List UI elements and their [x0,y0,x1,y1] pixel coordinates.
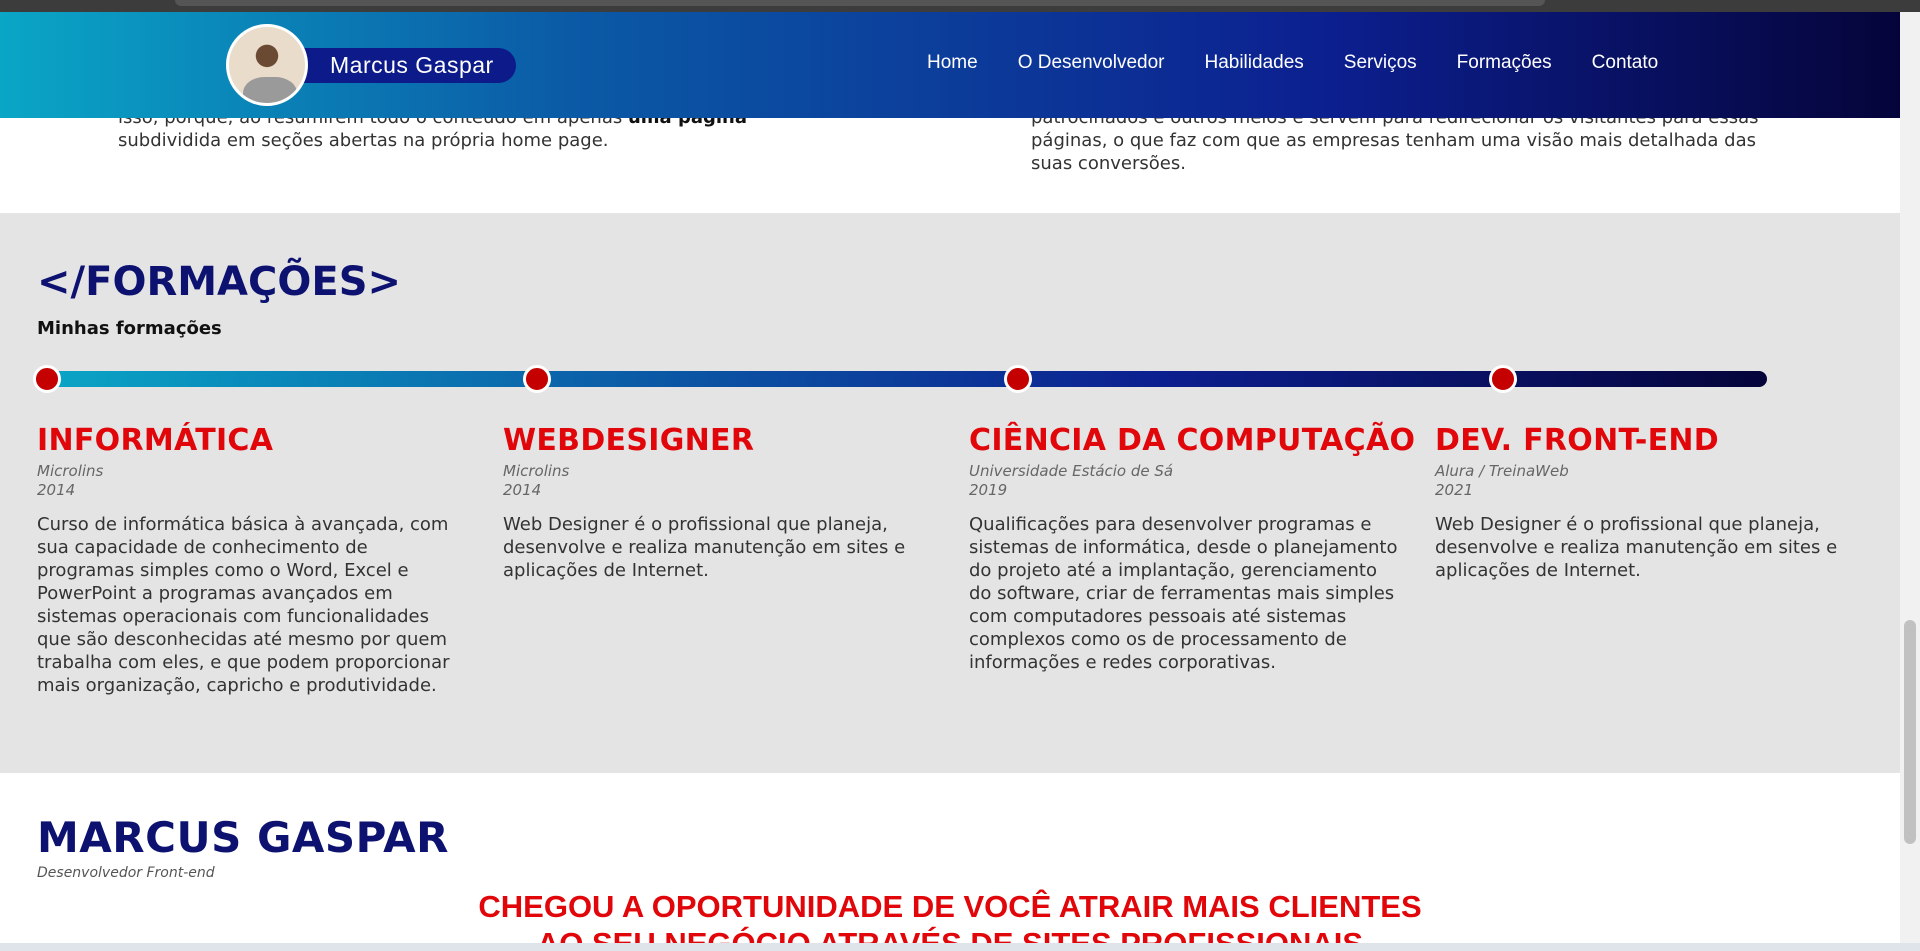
avatar [226,24,308,106]
course-description: Curso de informática básica à avançada, … [37,514,450,696]
developer-name: MARCUS GASPAR [37,813,449,862]
course-year: 2021 [1435,481,1474,499]
course-description: Web Designer é o profissional que planej… [1435,514,1838,581]
brand[interactable]: Marcus Gaspar [226,24,516,106]
course-card: WEBDESIGNER Microlins 2014 Web Designer … [503,423,933,582]
course-card: CIÊNCIA DA COMPUTAÇÃO Universidade Estác… [969,423,1416,674]
brand-name: Marcus Gaspar [288,47,516,83]
section-title: </FORMAÇÕES> [37,259,402,305]
course-institution: Alura / TreinaWeb [1435,462,1569,480]
timeline-dot-2 [523,365,551,393]
course-title: INFORMÁTICA [37,423,274,458]
nav-servicos[interactable]: Serviços [1344,52,1417,74]
course-year: 2019 [969,481,1008,499]
timeline-dot-3 [1004,365,1032,393]
scrollbar-thumb[interactable] [1904,620,1916,844]
course-institution: Microlins [37,462,104,480]
course-description: Web Designer é o profissional que planej… [503,514,906,581]
horizontal-scrollbar[interactable] [0,943,1920,951]
course-description: Qualificações para desenvolver programas… [969,514,1398,673]
nav-o-desenvolvedor[interactable]: O Desenvolvedor [1018,52,1165,74]
site-header: Marcus Gaspar Home O Desenvolvedor Habil… [0,12,1900,118]
browser-chrome [0,0,1920,12]
course-title: WEBDESIGNER [503,423,755,458]
course-title: DEV. FRONT-END [1435,423,1719,458]
timeline-dot-1 [33,365,61,393]
cta-line-1: CHEGOU A OPORTUNIDADE DE VOCÊ ATRAIR MAI… [478,889,1422,924]
developer-role: Desenvolvedor Front-end [37,865,215,881]
course-year: 2014 [37,481,76,499]
nav-formacoes[interactable]: Formações [1457,52,1552,74]
course-institution: Universidade Estácio de Sá [969,462,1174,480]
main-nav: Home O Desenvolvedor Habilidades Serviço… [927,52,1698,74]
timeline-bar [33,365,1767,393]
course-institution: Microlins [503,462,570,480]
formacoes-section: </FORMAÇÕES> Minhas formações INFORMÁTIC… [0,213,1900,773]
cta-headline: CHEGOU A OPORTUNIDADE DE VOCÊ ATRAIR MAI… [0,888,1900,951]
course-card: INFORMÁTICA Microlins 2014 Curso de info… [37,423,467,697]
course-year: 2014 [503,481,542,499]
nav-home[interactable]: Home [927,52,978,74]
course-title: CIÊNCIA DA COMPUTAÇÃO [969,423,1416,458]
vertical-scrollbar[interactable] [1900,12,1920,943]
left-text-rest: subdividida em seções abertas na própria… [118,130,609,151]
nav-contato[interactable]: Contato [1592,52,1659,74]
nav-habilidades[interactable]: Habilidades [1204,52,1303,74]
intro-section: MARCUS GASPAR Desenvolvedor Front-end CH… [0,773,1900,951]
address-bar-edge [175,0,1545,6]
course-card: DEV. FRONT-END Alura / TreinaWeb 2021 We… [1435,423,1865,582]
section-subtitle: Minhas formações [37,318,222,339]
timeline-dot-4 [1489,365,1517,393]
